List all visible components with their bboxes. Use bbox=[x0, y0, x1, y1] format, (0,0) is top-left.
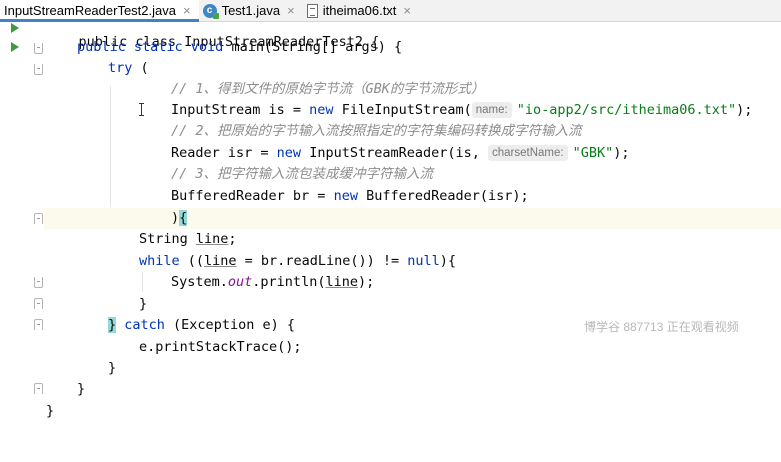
code-text: ) bbox=[171, 210, 180, 226]
keyword: while bbox=[139, 253, 180, 269]
fold-marker-icon[interactable] bbox=[34, 277, 43, 288]
comment: // 2、把原始的字节输入流按照指定的字符集编码转换成字符输入流 bbox=[171, 123, 582, 139]
keyword: new bbox=[276, 145, 302, 161]
static-field: out bbox=[227, 274, 253, 290]
comment: // 1、得到文件的原始字节流（GBK的字节流形式） bbox=[171, 81, 485, 97]
code-line-string-line: String line; bbox=[139, 229, 237, 250]
fold-marker-icon[interactable] bbox=[34, 298, 43, 309]
code-line-bufferedreader: BufferedReader br = new BufferedReader(i… bbox=[171, 186, 529, 207]
code-text: System. bbox=[171, 274, 228, 290]
code-text: BufferedReader(isr); bbox=[357, 188, 529, 204]
code-line-println: System.out.println(line); bbox=[171, 272, 374, 293]
fold-marker-icon[interactable] bbox=[34, 64, 43, 75]
code-text: String bbox=[139, 231, 196, 247]
code-line-try-close: ){ bbox=[171, 208, 188, 229]
text-cursor-icon bbox=[139, 103, 147, 116]
close-icon[interactable]: × bbox=[403, 3, 411, 18]
variable: line bbox=[195, 231, 229, 247]
keyword: null bbox=[407, 253, 440, 269]
method-signature: main(String[] args) { bbox=[231, 39, 403, 55]
code-line-printstacktrace: e.printStackTrace(); bbox=[139, 337, 302, 358]
fold-marker-icon[interactable] bbox=[34, 383, 43, 394]
code-text: FileInputStream( bbox=[333, 102, 472, 118]
code-line-while-close: } bbox=[139, 294, 147, 315]
code-text: InputStreamReader(is, bbox=[301, 145, 488, 161]
comment: // 3、把字符输入流包装成缓冲字符输入流 bbox=[171, 166, 434, 182]
string-literal: "io-app2/src/itheima06.txt" bbox=[516, 102, 737, 118]
run-class-icon[interactable] bbox=[11, 23, 19, 33]
code-text: ( bbox=[132, 60, 149, 76]
fold-marker-icon[interactable] bbox=[34, 319, 43, 330]
matched-brace: { bbox=[179, 210, 188, 226]
keyword: new bbox=[333, 188, 358, 204]
indent-guide bbox=[110, 86, 111, 206]
code-text: BufferedReader br = bbox=[171, 188, 334, 204]
code-text: e.printStackTrace(); bbox=[139, 339, 302, 355]
code-line-comment-1: // 1、得到文件的原始字节流（GBK的字节流形式） bbox=[171, 79, 484, 100]
parameter-hint: charsetName: bbox=[488, 145, 568, 161]
keyword: public static void bbox=[77, 39, 232, 55]
code-text: ){ bbox=[439, 253, 457, 269]
code-line-while: while ((line = br.readLine()) != null){ bbox=[139, 251, 456, 272]
code-line-try: try ( bbox=[108, 58, 149, 79]
code-text: Reader isr = bbox=[171, 145, 277, 161]
code-text: ); bbox=[736, 102, 753, 118]
fold-marker-icon[interactable] bbox=[34, 213, 43, 224]
code-text: } bbox=[139, 296, 148, 312]
code-text: (( bbox=[179, 253, 205, 269]
matched-brace: } bbox=[108, 317, 117, 333]
string-literal: "GBK" bbox=[572, 145, 614, 161]
code-text: ; bbox=[228, 231, 237, 247]
variable: line bbox=[204, 253, 237, 269]
code-text: ); bbox=[613, 145, 630, 161]
code-line-main: public static void main(String[] args) { bbox=[77, 37, 402, 58]
code-line-reader: Reader isr = new InputStreamReader(is, c… bbox=[171, 143, 630, 164]
editor-gutter bbox=[0, 23, 44, 462]
watermark: 博学谷 887713 正在观看视频 bbox=[584, 320, 739, 334]
code-text: } bbox=[46, 403, 55, 419]
fold-marker-icon[interactable] bbox=[34, 43, 43, 54]
keyword: new bbox=[309, 102, 334, 118]
keyword: catch bbox=[116, 317, 165, 333]
keyword: try bbox=[108, 60, 133, 76]
code-line-catch-close: } bbox=[108, 358, 116, 379]
code-text: InputStream is = bbox=[171, 102, 310, 118]
code-line-comment-2: // 2、把原始的字节输入流按照指定的字符集编码转换成字符输入流 bbox=[171, 121, 582, 142]
code-line-main-close: } bbox=[77, 379, 85, 400]
code-text: } bbox=[77, 381, 86, 397]
code-line-class-decl: public class InputStreamReaderTest2 { bbox=[46, 11, 380, 50]
variable: line bbox=[325, 274, 358, 290]
current-line-highlight bbox=[0, 208, 781, 229]
indent-guide bbox=[142, 272, 143, 292]
code-line-class-close: } bbox=[46, 401, 54, 422]
code-text: = br.readLine()) != bbox=[236, 253, 408, 269]
code-text: .println( bbox=[252, 274, 326, 290]
code-line-comment-3: // 3、把字符输入流包装成缓冲字符输入流 bbox=[171, 164, 433, 185]
code-text: } bbox=[108, 360, 117, 376]
code-text: (Exception e) { bbox=[164, 317, 295, 333]
run-main-icon[interactable] bbox=[11, 42, 19, 52]
code-line-catch: } catch (Exception e) { bbox=[108, 315, 295, 336]
parameter-hint: name: bbox=[471, 102, 512, 118]
code-line-inputstream: InputStream is = new FileInputStream(nam… bbox=[171, 100, 752, 121]
code-text: ); bbox=[357, 274, 375, 290]
